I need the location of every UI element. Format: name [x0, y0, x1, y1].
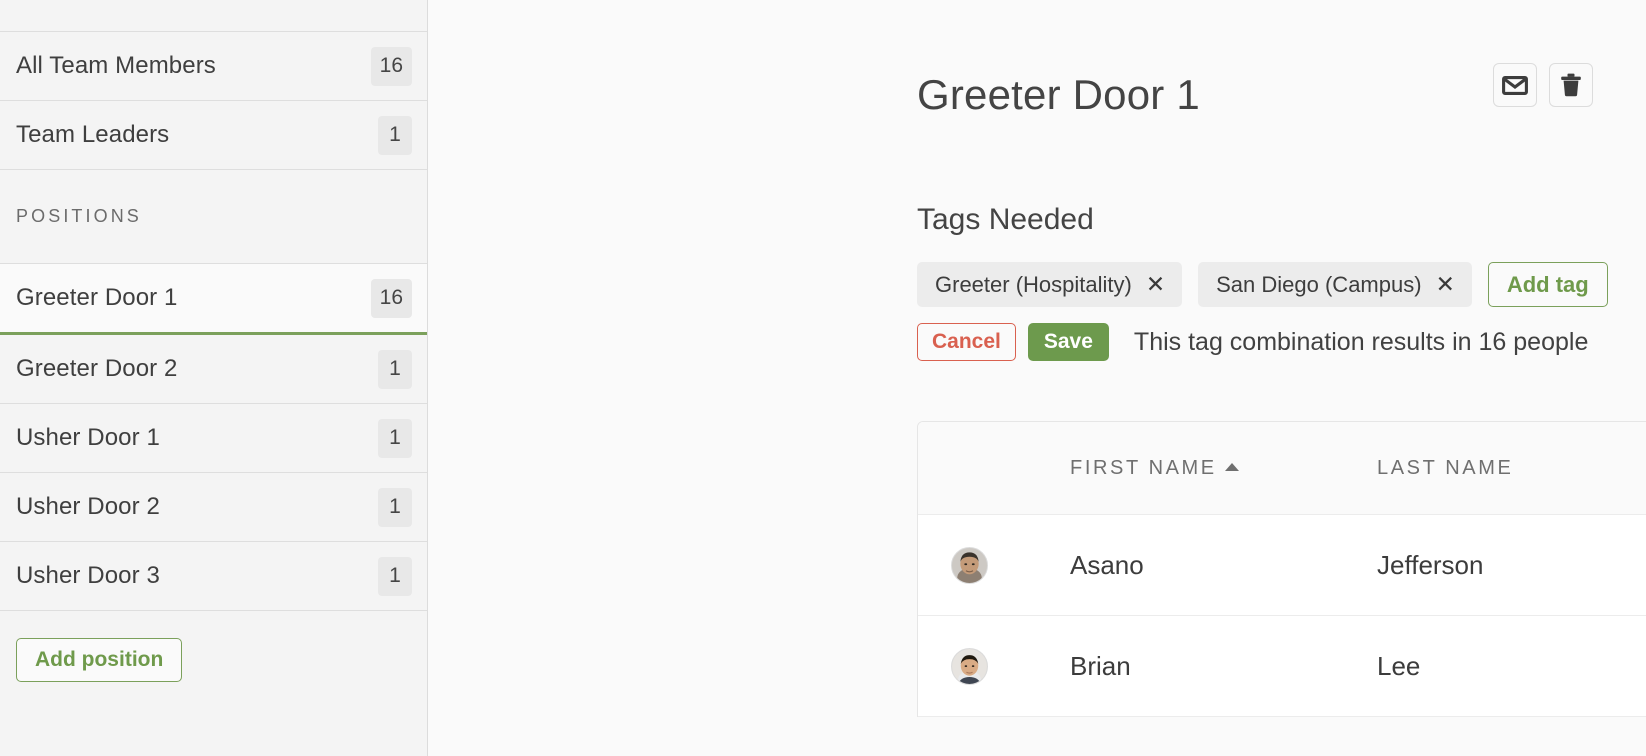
table-header-label: FIRST NAME [1070, 457, 1217, 480]
table-cell-avatar [918, 547, 1070, 584]
sidebar-item-team-leaders[interactable]: Team Leaders 1 [0, 101, 427, 170]
table-header-row: FIRST NAME LAST NAME PREFERENCES [918, 422, 1646, 515]
sidebar-item-label: Greeter Door 1 [16, 286, 371, 310]
sidebar-item-label: All Team Members [16, 54, 371, 78]
close-icon[interactable]: ✕ [1436, 273, 1455, 296]
save-button[interactable]: Save [1028, 323, 1109, 361]
sidebar-item-usher-door-1[interactable]: Usher Door 1 1 [0, 404, 427, 473]
sidebar-item-label: Greeter Door 2 [16, 357, 378, 381]
table-row[interactable]: Asano Jefferson No preference [918, 515, 1646, 616]
tags-needed-heading: Tags Needed [917, 205, 1094, 235]
close-icon[interactable]: ✕ [1146, 273, 1165, 296]
table-cell-avatar [918, 648, 1070, 685]
tag-chip-san-diego-campus[interactable]: San Diego (Campus) ✕ [1198, 262, 1472, 307]
trash-icon [1560, 73, 1582, 97]
table-header-last-name[interactable]: LAST NAME [1377, 457, 1646, 480]
page-title: Greeter Door 1 [917, 74, 1200, 116]
team-members-table: FIRST NAME LAST NAME PREFERENCES [917, 421, 1646, 717]
main-content: Greeter Door 1 Tags Needed Greeter (Hosp… [428, 0, 1646, 756]
table-cell-last-name: Lee [1377, 651, 1646, 682]
table-cell-last-name: Jefferson [1377, 550, 1646, 581]
avatar [951, 547, 988, 584]
avatar [951, 648, 988, 685]
sidebar-item-label: Usher Door 1 [16, 426, 378, 450]
email-button[interactable] [1493, 63, 1537, 107]
sidebar-footer: Add position [0, 611, 427, 756]
main-action-bar [1493, 63, 1593, 107]
sidebar-top-partial-row [0, 0, 427, 32]
sidebar-item-all-team-members[interactable]: All Team Members 16 [0, 32, 427, 101]
sidebar-item-usher-door-2[interactable]: Usher Door 2 1 [0, 473, 427, 542]
sidebar-item-greeter-door-1[interactable]: Greeter Door 1 16 [0, 264, 427, 335]
sidebar-item-count: 1 [378, 557, 412, 596]
sidebar-item-count: 16 [371, 279, 412, 318]
sidebar-item-label: Usher Door 2 [16, 495, 378, 519]
table-header-first-name[interactable]: FIRST NAME [1070, 457, 1377, 480]
sidebar-section-positions-header: POSITIONS [0, 170, 427, 264]
sidebar-item-usher-door-3[interactable]: Usher Door 3 1 [0, 542, 427, 611]
sidebar-item-count: 1 [378, 116, 412, 155]
sidebar-item-count: 1 [378, 488, 412, 527]
tag-chip-greeter-hospitality[interactable]: Greeter (Hospitality) ✕ [917, 262, 1182, 307]
delete-button[interactable] [1549, 63, 1593, 107]
sidebar-section-title: POSITIONS [16, 206, 142, 227]
envelope-icon [1502, 76, 1528, 95]
tag-chip-label: San Diego (Campus) [1216, 272, 1421, 298]
sidebar-item-count: 1 [378, 350, 412, 389]
tag-chip-label: Greeter (Hospitality) [935, 272, 1132, 298]
sidebar-item-label: Team Leaders [16, 123, 378, 147]
table-cell-first-name: Asano [1070, 550, 1377, 581]
table-cell-first-name: Brian [1070, 651, 1377, 682]
sidebar-item-label: Usher Door 3 [16, 564, 378, 588]
sidebar-item-count: 1 [378, 419, 412, 458]
add-tag-button[interactable]: Add tag [1488, 262, 1608, 307]
sort-ascending-icon [1225, 463, 1239, 471]
app-root: All Team Members 16 Team Leaders 1 POSIT… [0, 0, 1646, 756]
add-position-button[interactable]: Add position [16, 638, 182, 682]
sidebar-item-greeter-door-2[interactable]: Greeter Door 2 1 [0, 335, 427, 404]
sidebar-item-count: 16 [371, 47, 412, 86]
sidebar: All Team Members 16 Team Leaders 1 POSIT… [0, 0, 428, 756]
table-header-label: LAST NAME [1377, 457, 1513, 480]
cancel-button[interactable]: Cancel [917, 323, 1016, 361]
tag-combination-message: This tag combination results in 16 peopl… [1134, 328, 1588, 357]
tags-list: Greeter (Hospitality) ✕ San Diego (Campu… [917, 262, 1608, 307]
tag-edit-actions: Cancel Save This tag combination results… [917, 323, 1588, 361]
table-row[interactable]: Brian Lee No preference [918, 616, 1646, 717]
